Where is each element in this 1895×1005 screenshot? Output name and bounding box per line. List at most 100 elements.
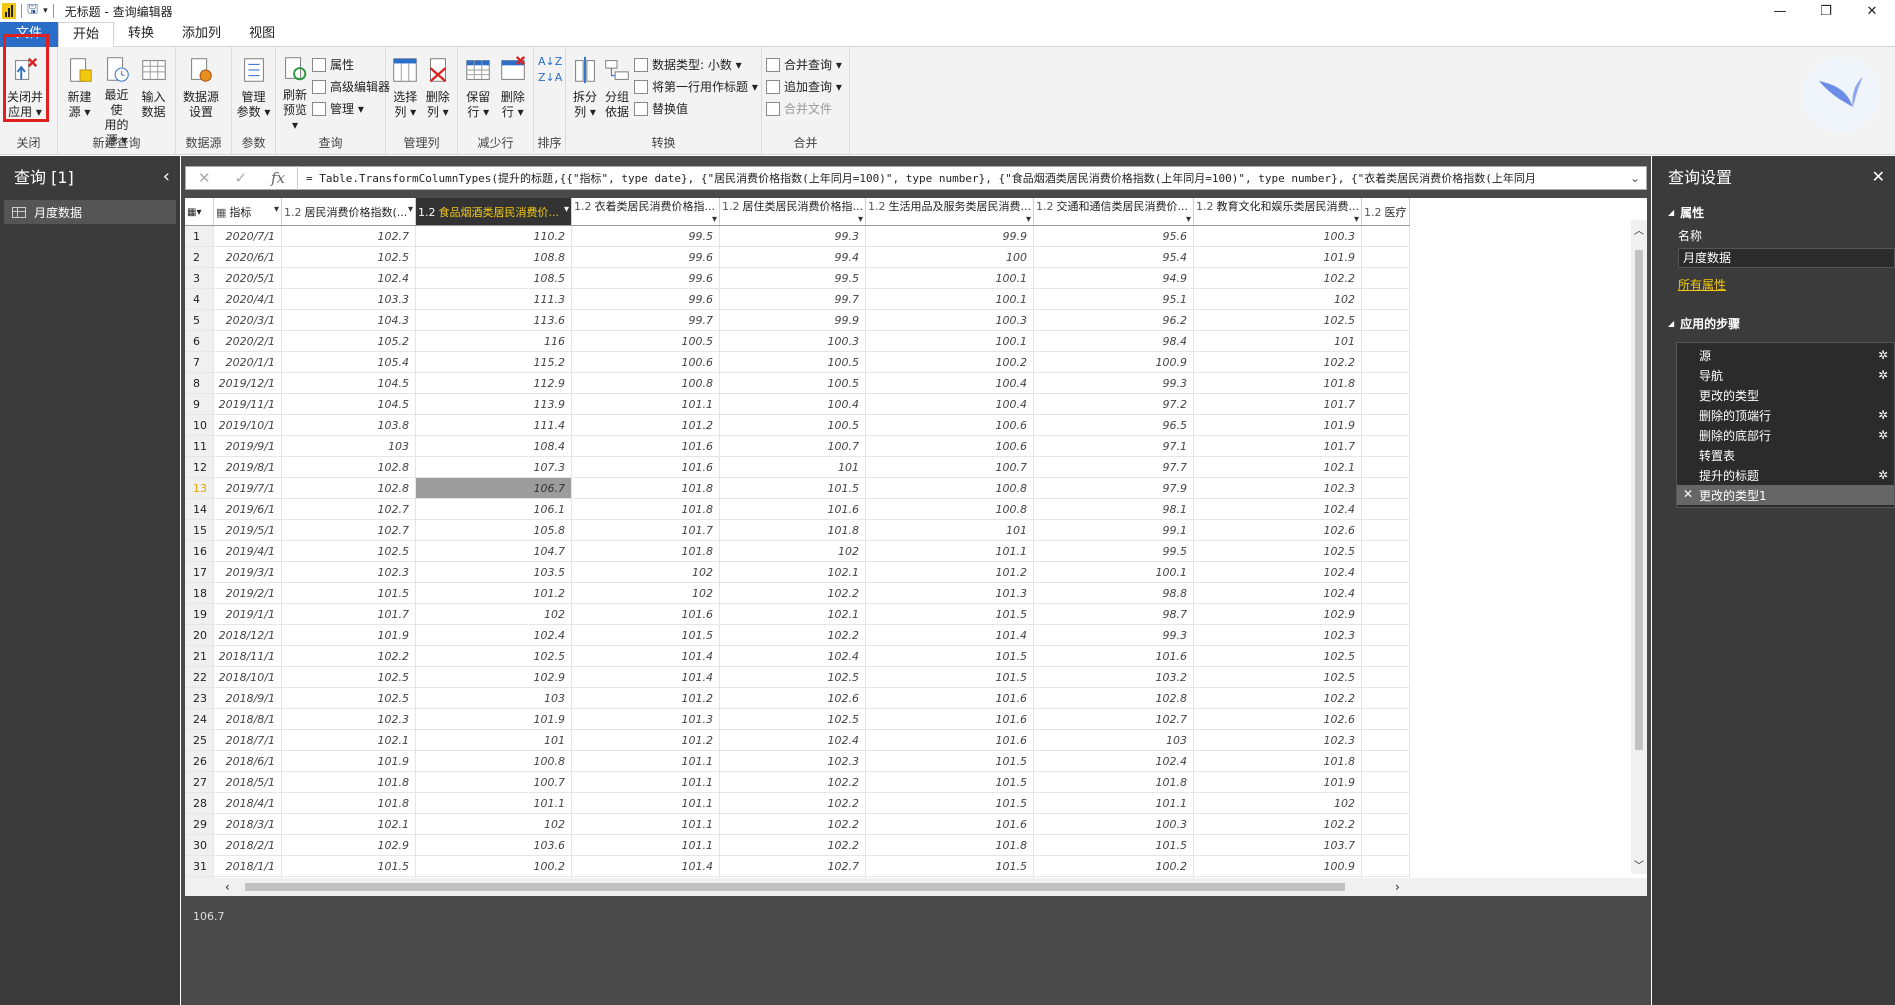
row-number[interactable]: 3 bbox=[185, 267, 214, 289]
table-cell[interactable]: 100.5 bbox=[719, 414, 866, 436]
table-cell[interactable]: 2019/4/1 bbox=[213, 540, 282, 562]
table-cell[interactable]: 2018/8/1 bbox=[213, 708, 282, 730]
table-cell[interactable]: 101.4 bbox=[571, 666, 720, 688]
scroll-down-icon[interactable]: ﹀ bbox=[1634, 857, 1644, 872]
table-cell[interactable]: 102 bbox=[1193, 792, 1362, 814]
table-cell[interactable]: 101.5 bbox=[865, 855, 1034, 877]
row-number[interactable]: 13 bbox=[185, 477, 214, 499]
table-cell[interactable]: 100.9 bbox=[1033, 351, 1194, 373]
table-cell[interactable]: 102.2 bbox=[1193, 351, 1362, 373]
table-cell[interactable]: 101.1 bbox=[1033, 792, 1194, 814]
table-cell[interactable]: 100.3 bbox=[1193, 225, 1362, 247]
row-number[interactable]: 12 bbox=[185, 456, 214, 478]
table-cell[interactable]: 101.1 bbox=[571, 771, 720, 793]
table-cell[interactable]: 102.4 bbox=[1193, 582, 1362, 604]
column-type-icon[interactable]: ▦ bbox=[216, 206, 226, 219]
table-cell[interactable]: 99.4 bbox=[719, 246, 866, 268]
applied-step[interactable]: 删除的顶端行 ✲ bbox=[1677, 405, 1894, 425]
table-cell[interactable]: 101.7 bbox=[1193, 393, 1362, 415]
table-cell[interactable] bbox=[1361, 498, 1410, 520]
table-cell[interactable]: 102 bbox=[571, 582, 720, 604]
ribbon-small-button-4-2[interactable]: 管理 ▾ bbox=[312, 99, 390, 118]
table-cell[interactable]: 99.1 bbox=[1033, 519, 1194, 541]
table-cell[interactable]: 99.6 bbox=[571, 246, 720, 268]
collapse-triangle-icon[interactable]: ◢ bbox=[1668, 319, 1674, 328]
tab-1[interactable]: 开始 bbox=[58, 22, 115, 47]
table-cell[interactable]: 102.3 bbox=[719, 750, 866, 772]
table-cell[interactable]: 103 bbox=[281, 435, 416, 457]
table-cell[interactable]: 104.5 bbox=[281, 372, 416, 394]
table-cell[interactable]: 101.5 bbox=[281, 582, 416, 604]
table-cell[interactable]: 110.2 bbox=[415, 225, 572, 247]
ribbon-button-8-1[interactable]: 分组 依据 bbox=[602, 53, 632, 131]
table-cell[interactable]: 100.1 bbox=[1033, 561, 1194, 583]
table-cell[interactable]: 2019/12/1 bbox=[213, 372, 282, 394]
column-filter-dropdown-icon[interactable]: ▾ bbox=[564, 204, 569, 215]
table-cell[interactable]: 2019/8/1 bbox=[213, 456, 282, 478]
row-number[interactable]: 23 bbox=[185, 687, 214, 709]
ribbon-button-1-1[interactable]: 最近使 用的源 ▾ bbox=[99, 53, 134, 147]
table-cell[interactable]: 102.2 bbox=[1193, 267, 1362, 289]
table-cell[interactable]: 102.5 bbox=[281, 687, 416, 709]
table-cell[interactable]: 102.4 bbox=[1193, 498, 1362, 520]
scroll-right-icon[interactable]: › bbox=[1395, 880, 1400, 894]
table-cell[interactable]: 97.9 bbox=[1033, 477, 1194, 499]
table-cell[interactable] bbox=[1361, 792, 1410, 814]
table-cell[interactable]: 101.8 bbox=[865, 834, 1034, 856]
step-settings-gear-icon[interactable]: ✲ bbox=[1878, 408, 1888, 422]
table-cell[interactable]: 102.1 bbox=[719, 561, 866, 583]
table-cell[interactable]: 100.6 bbox=[865, 414, 1034, 436]
table-cell[interactable]: 104.7 bbox=[415, 540, 572, 562]
table-cell[interactable]: 102.4 bbox=[281, 267, 416, 289]
quick-access-dropdown-icon[interactable]: ▾ bbox=[43, 6, 48, 16]
applied-step[interactable]: 源 ✲ bbox=[1677, 345, 1894, 365]
table-cell[interactable]: 101.1 bbox=[571, 393, 720, 415]
applied-step[interactable]: 删除的底部行 ✲ bbox=[1677, 425, 1894, 445]
query-item[interactable]: 月度数据 bbox=[4, 200, 176, 224]
row-number[interactable]: 14 bbox=[185, 498, 214, 520]
table-cell[interactable]: 100.3 bbox=[865, 309, 1034, 331]
table-cell[interactable]: 2018/4/1 bbox=[213, 792, 282, 814]
table-cell[interactable]: 101.4 bbox=[571, 645, 720, 667]
table-cell[interactable] bbox=[1361, 288, 1410, 310]
column-type-icon[interactable]: 1.2 bbox=[1196, 200, 1214, 213]
column-header[interactable]: 1.2 居住类居民消费价格指... ▾ bbox=[719, 198, 866, 226]
table-cell[interactable]: 102.3 bbox=[281, 708, 416, 730]
table-cell[interactable]: 102.2 bbox=[719, 834, 866, 856]
row-number[interactable]: 31 bbox=[185, 855, 214, 877]
restore-button[interactable]: ❐ bbox=[1803, 0, 1849, 22]
row-number[interactable]: 10 bbox=[185, 414, 214, 436]
close-window-button[interactable]: ✕ bbox=[1849, 0, 1895, 22]
table-cell[interactable]: 102.5 bbox=[281, 540, 416, 562]
table-cell[interactable]: 101.5 bbox=[865, 771, 1034, 793]
row-number[interactable]: 27 bbox=[185, 771, 214, 793]
column-filter-dropdown-icon[interactable]: ▾ bbox=[712, 214, 717, 225]
table-cell[interactable]: 108.8 bbox=[415, 246, 572, 268]
table-cell[interactable]: 102.1 bbox=[281, 729, 416, 751]
table-cell[interactable]: 108.4 bbox=[415, 435, 572, 457]
table-cell[interactable] bbox=[1361, 855, 1410, 877]
column-filter-dropdown-icon[interactable]: ▾ bbox=[408, 204, 413, 215]
table-cell[interactable]: 101.9 bbox=[1193, 414, 1362, 436]
horizontal-scrollbar[interactable]: ‹ › bbox=[185, 878, 1647, 896]
ribbon-small-button-8-2[interactable]: 替换值 bbox=[634, 99, 758, 118]
step-settings-gear-icon[interactable]: ✲ bbox=[1878, 468, 1888, 482]
table-cell[interactable]: 101.5 bbox=[865, 645, 1034, 667]
table-cell[interactable]: 102 bbox=[1193, 288, 1362, 310]
table-cell[interactable] bbox=[1361, 330, 1410, 352]
cancel-formula-icon[interactable]: ✕ bbox=[198, 169, 211, 187]
tab-3[interactable]: 添加列 bbox=[168, 22, 235, 47]
table-cell[interactable]: 101.7 bbox=[1193, 435, 1362, 457]
table-cell[interactable]: 100.4 bbox=[865, 393, 1034, 415]
table-cell[interactable]: 99.9 bbox=[865, 225, 1034, 247]
tab-2[interactable]: 转换 bbox=[114, 22, 168, 47]
table-cell[interactable]: 101.2 bbox=[415, 582, 572, 604]
table-cell[interactable]: 101.6 bbox=[865, 708, 1034, 730]
table-cell[interactable] bbox=[1361, 225, 1410, 247]
table-cell[interactable]: 102.5 bbox=[1193, 666, 1362, 688]
column-type-icon[interactable]: 1.2 bbox=[868, 200, 886, 213]
table-cell[interactable]: 102.7 bbox=[719, 855, 866, 877]
table-cell[interactable]: 101.8 bbox=[1193, 750, 1362, 772]
table-cell[interactable]: 101.4 bbox=[865, 624, 1034, 646]
table-cell[interactable]: 102.3 bbox=[281, 561, 416, 583]
